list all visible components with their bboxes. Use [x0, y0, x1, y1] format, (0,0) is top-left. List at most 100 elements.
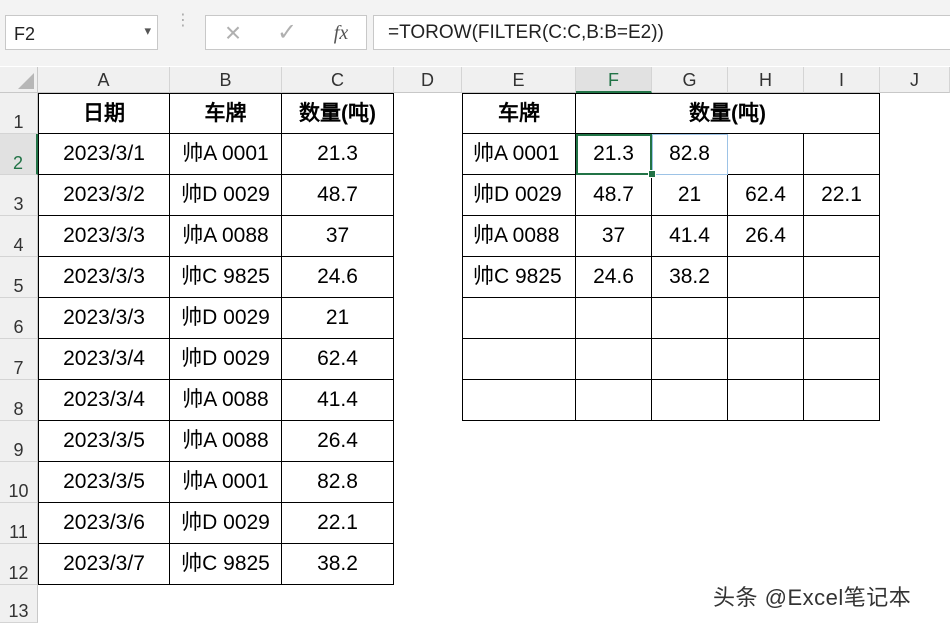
table-cell[interactable]: 帅D 0029 [170, 339, 282, 380]
column-header-g[interactable]: G [652, 67, 728, 93]
row-header-6[interactable]: 6 [0, 298, 38, 339]
table-cell[interactable]: 2023/3/7 [38, 544, 170, 585]
quantity-cell[interactable] [728, 380, 804, 421]
quantity-cell[interactable] [728, 298, 804, 339]
cancel-icon[interactable]: × [218, 19, 248, 47]
quantity-cell[interactable] [804, 257, 880, 298]
quantity-cell[interactable]: 62.4 [728, 175, 804, 216]
quantity-cell[interactable] [728, 339, 804, 380]
row-header-7[interactable]: 7 [0, 339, 38, 380]
quantity-cell[interactable] [652, 298, 728, 339]
row-header-10[interactable]: 10 [0, 462, 38, 503]
table-cell[interactable]: 2023/3/5 [38, 421, 170, 462]
quantity-cell[interactable]: 21 [652, 175, 728, 216]
row-header-3[interactable]: 3 [0, 175, 38, 216]
plate-cell[interactable]: 帅C 9825 [462, 257, 576, 298]
table-cell[interactable]: 48.7 [282, 175, 394, 216]
table-cell[interactable]: 帅A 0001 [170, 462, 282, 503]
quantity-cell[interactable] [576, 380, 652, 421]
quantity-cell[interactable] [804, 134, 880, 175]
table-cell[interactable]: 帅A 0001 [170, 134, 282, 175]
quantity-cell[interactable] [804, 216, 880, 257]
quantity-cell[interactable] [804, 380, 880, 421]
column-header-f[interactable]: F [576, 67, 652, 93]
table-cell[interactable]: 2023/3/3 [38, 216, 170, 257]
table-cell[interactable]: 2023/3/5 [38, 462, 170, 503]
table-cell[interactable]: 帅A 0088 [170, 380, 282, 421]
resize-grip-icon[interactable]: ⋮ [175, 13, 191, 48]
table-header-cell[interactable]: 车牌 [170, 93, 282, 134]
column-header-h[interactable]: H [728, 67, 804, 93]
table-cell[interactable]: 帅D 0029 [170, 175, 282, 216]
plate-cell[interactable] [462, 339, 576, 380]
row-header-5[interactable]: 5 [0, 257, 38, 298]
table-cell[interactable]: 帅C 9825 [170, 544, 282, 585]
result-header-plate[interactable]: 车牌 [462, 93, 576, 134]
column-header-j[interactable]: J [880, 67, 950, 93]
plate-cell[interactable]: 帅D 0029 [462, 175, 576, 216]
table-cell[interactable]: 帅A 0088 [170, 421, 282, 462]
table-header-cell[interactable]: 日期 [38, 93, 170, 134]
row-header-9[interactable]: 9 [0, 421, 38, 462]
quantity-cell[interactable] [652, 380, 728, 421]
table-cell[interactable]: 帅A 0088 [170, 216, 282, 257]
row-header-13[interactable]: 13 [0, 585, 38, 623]
row-header-8[interactable]: 8 [0, 380, 38, 421]
row-header-2[interactable]: 2 [0, 134, 38, 175]
quantity-cell[interactable]: 82.8 [652, 134, 728, 175]
quantity-cell[interactable] [728, 257, 804, 298]
quantity-cell[interactable] [576, 339, 652, 380]
active-cell-f2[interactable]: 21.3 [576, 134, 652, 175]
table-cell[interactable]: 38.2 [282, 544, 394, 585]
table-cell[interactable]: 21.3 [282, 134, 394, 175]
table-cell[interactable]: 41.4 [282, 380, 394, 421]
row-header-12[interactable]: 12 [0, 544, 38, 585]
quantity-cell[interactable]: 22.1 [804, 175, 880, 216]
table-cell[interactable]: 24.6 [282, 257, 394, 298]
column-header-d[interactable]: D [394, 67, 462, 93]
column-header-e[interactable]: E [462, 67, 576, 93]
column-header-i[interactable]: I [804, 67, 880, 93]
quantity-cell[interactable]: 26.4 [728, 216, 804, 257]
table-cell[interactable]: 22.1 [282, 503, 394, 544]
table-cell[interactable]: 2023/3/3 [38, 257, 170, 298]
table-cell[interactable]: 2023/3/2 [38, 175, 170, 216]
quantity-cell[interactable] [804, 339, 880, 380]
table-cell[interactable]: 2023/3/3 [38, 298, 170, 339]
quantity-cell[interactable] [728, 134, 804, 175]
select-all-corner[interactable] [0, 67, 38, 93]
fill-handle[interactable] [648, 170, 656, 178]
quantity-cell[interactable]: 37 [576, 216, 652, 257]
plate-cell[interactable]: 帅A 0088 [462, 216, 576, 257]
quantity-cell[interactable]: 38.2 [652, 257, 728, 298]
table-cell[interactable]: 帅C 9825 [170, 257, 282, 298]
formula-input[interactable]: =TOROW(FILTER(C:C,B:B=E2)) [373, 15, 950, 50]
plate-cell[interactable]: 帅A 0001 [462, 134, 576, 175]
quantity-cell[interactable]: 48.7 [576, 175, 652, 216]
table-cell[interactable]: 21 [282, 298, 394, 339]
table-cell[interactable]: 82.8 [282, 462, 394, 503]
quantity-cell[interactable] [576, 298, 652, 339]
table-cell[interactable]: 2023/3/6 [38, 503, 170, 544]
quantity-cell[interactable]: 41.4 [652, 216, 728, 257]
row-header-1[interactable]: 1 [0, 93, 38, 134]
chevron-down-icon[interactable]: ▾ [144, 23, 151, 39]
quantity-cell[interactable] [652, 339, 728, 380]
table-cell[interactable]: 62.4 [282, 339, 394, 380]
name-box[interactable]: F2 ▾ [5, 15, 158, 50]
row-header-11[interactable]: 11 [0, 503, 38, 544]
plate-cell[interactable] [462, 298, 576, 339]
table-cell[interactable]: 2023/3/4 [38, 339, 170, 380]
quantity-cell[interactable] [804, 298, 880, 339]
result-header-quantity[interactable]: 数量(吨) [576, 93, 880, 134]
enter-icon[interactable]: ✓ [272, 20, 302, 46]
table-header-cell[interactable]: 数量(吨) [282, 93, 394, 134]
column-header-c[interactable]: C [282, 67, 394, 93]
table-cell[interactable]: 37 [282, 216, 394, 257]
row-header-4[interactable]: 4 [0, 216, 38, 257]
table-cell[interactable]: 帅D 0029 [170, 503, 282, 544]
quantity-cell[interactable]: 24.6 [576, 257, 652, 298]
table-cell[interactable]: 26.4 [282, 421, 394, 462]
column-header-a[interactable]: A [38, 67, 170, 93]
table-cell[interactable]: 2023/3/4 [38, 380, 170, 421]
